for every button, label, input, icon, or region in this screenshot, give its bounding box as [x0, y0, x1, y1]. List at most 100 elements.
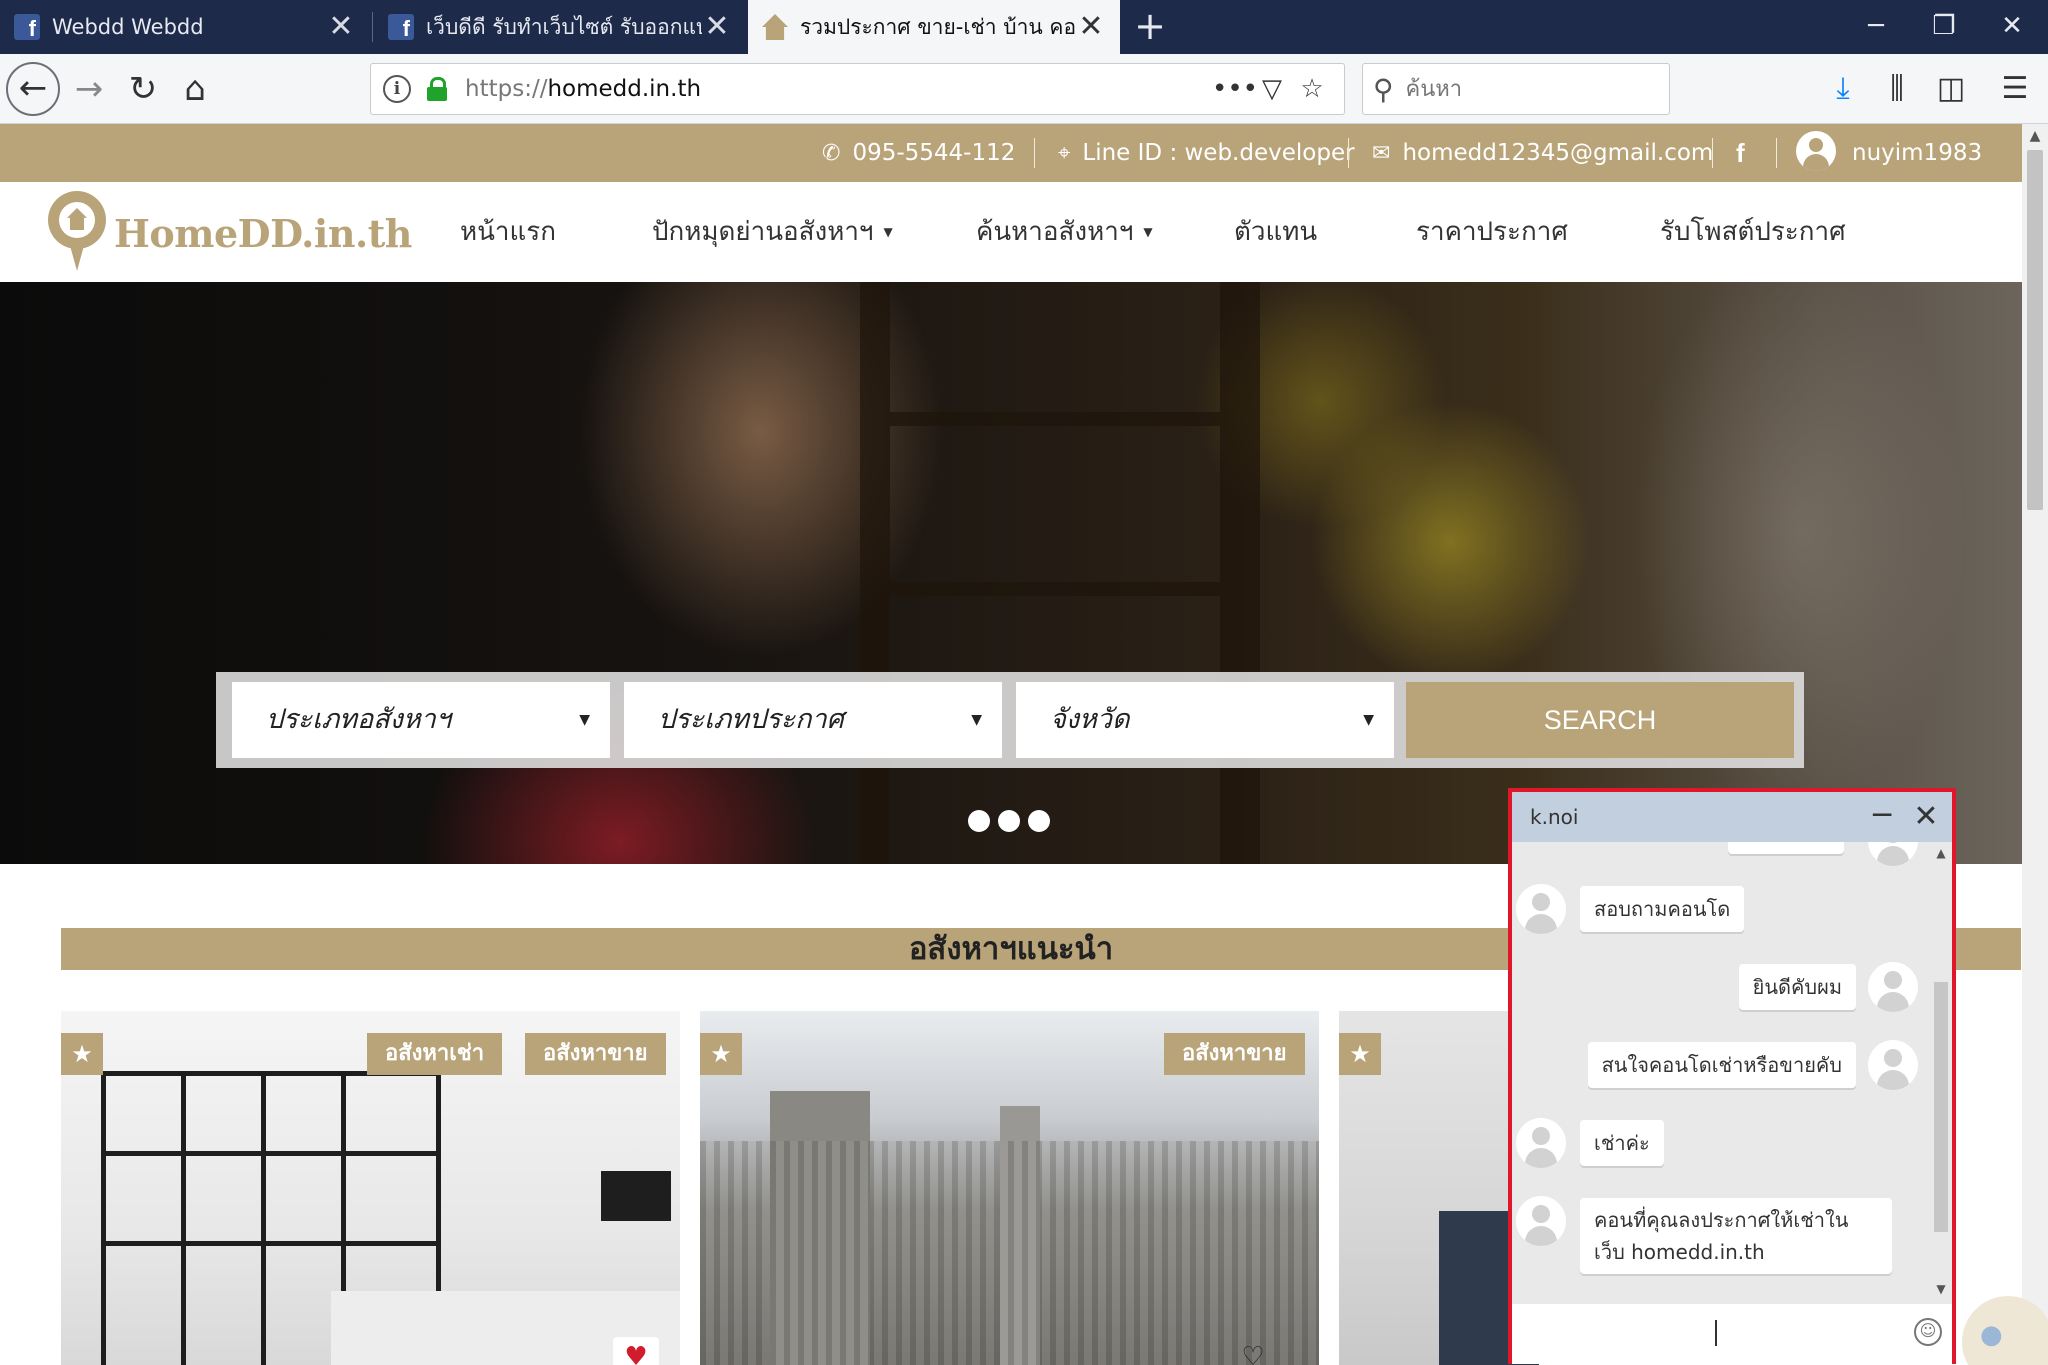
top-info-bar: ✆ 095-5544-112 ⌖ Line ID : web.developer ✉… — [0, 124, 2022, 182]
url-bar[interactable]: i https://homedd.in.th ••• ▽ ☆ — [370, 63, 1345, 115]
chat-scrollbar[interactable]: ▲ ▼ — [1930, 842, 1952, 1304]
home-pin-logo-icon — [48, 191, 108, 275]
caret-down-icon: ▼ — [883, 225, 893, 239]
scrollbar-thumb[interactable] — [2027, 150, 2043, 510]
bookmark-star-icon[interactable]: ☆ — [1292, 74, 1332, 104]
divider — [1034, 138, 1035, 168]
page-scrollbar[interactable]: ▲ ▼ — [2022, 124, 2048, 1365]
slider-dots — [968, 810, 1050, 832]
hero-decoration — [1220, 282, 1260, 864]
favorite-heart-icon[interactable]: ♥ — [613, 1337, 659, 1365]
tab-title: เว็บดีดี รับทำเว็บไซต์ รับออกแบบเว็บไซต์ — [426, 14, 702, 39]
chat-input-row: ☺ — [1512, 1304, 1952, 1364]
facebook-icon: f — [388, 14, 414, 41]
property-card-1[interactable]: ★ อสังหาเช่า อสังหาขาย ♥ — [61, 1011, 680, 1365]
scroll-up-icon[interactable]: ▲ — [2022, 124, 2048, 148]
back-arrow-icon[interactable]: ← — [6, 62, 60, 116]
menu-icon[interactable]: ☰ — [1988, 62, 2042, 116]
tab-title: Webdd Webdd — [52, 15, 204, 39]
browser-search-input[interactable] — [1405, 76, 1636, 102]
download-icon[interactable]: ⤓ — [1816, 62, 1870, 116]
menu-item-agents[interactable]: ตัวแทน — [1234, 182, 1317, 282]
menu-item-pin-area[interactable]: ปักหมุดย่านอสังหาฯ ▼ — [652, 182, 893, 282]
page-actions-icon[interactable]: ••• — [1212, 74, 1258, 104]
tab-separator — [372, 12, 373, 42]
close-tab-icon[interactable]: ✕ — [702, 12, 732, 42]
close-chat-icon[interactable]: ✕ — [1906, 792, 1946, 842]
browser-tab-webdd[interactable]: f Webdd Webdd ✕ — [0, 0, 370, 54]
email-contact[interactable]: ✉ homedd12345@gmail.com — [1372, 124, 1713, 182]
site-info-icon[interactable]: i — [383, 75, 411, 103]
text-cursor — [1715, 1320, 1717, 1346]
lock-icon[interactable] — [427, 77, 447, 101]
chat-header[interactable]: k.noi ─ ✕ — [1512, 792, 1952, 842]
chat-bubble-icon: ● — [1980, 1320, 2003, 1350]
search-button[interactable]: SEARCH — [1406, 682, 1794, 758]
slide-dot-2[interactable] — [998, 810, 1020, 832]
window-illustration — [101, 1241, 441, 1246]
chat-message-input[interactable] — [1524, 1312, 1904, 1356]
chat-message: ยินดีคับผม — [1738, 964, 1856, 1010]
pocket-icon[interactable]: ▽ — [1252, 74, 1292, 104]
new-tab-button[interactable]: + — [1130, 0, 1170, 54]
minimize-window-icon[interactable]: ─ — [1842, 0, 1910, 54]
hero-decoration — [860, 282, 890, 864]
slide-dot-3[interactable] — [1028, 810, 1050, 832]
close-tab-icon[interactable]: ✕ — [326, 12, 356, 42]
featured-star-icon: ★ — [61, 1033, 103, 1075]
close-tab-icon[interactable]: ✕ — [1076, 12, 1106, 42]
sale-badge: อสังหาขาย — [525, 1033, 666, 1075]
facebook-icon[interactable]: f — [1736, 124, 1745, 182]
caret-down-icon: ▼ — [579, 712, 590, 728]
browser-search-bar[interactable]: ⚲ — [1362, 63, 1670, 115]
chat-messages: สอบถามคอนโด ยินดีคับผม สนใจคอนโดเช่าหรือ… — [1512, 842, 1930, 1304]
forward-arrow-icon[interactable]: → — [62, 62, 116, 116]
property-type-select[interactable]: ประเภทอสังหาฯ ▼ — [232, 682, 610, 758]
caret-down-icon: ▼ — [1363, 712, 1374, 728]
slide-dot-1[interactable] — [968, 810, 990, 832]
url-text[interactable]: https://homedd.in.th — [465, 76, 1212, 102]
province-select[interactable]: จังหวัด ▼ — [1016, 682, 1394, 758]
scroll-down-icon[interactable]: ▼ — [1930, 1282, 1952, 1296]
menu-item-pricing[interactable]: ราคาประกาศ — [1416, 182, 1568, 282]
site-header: HomeDD.in.th หน้าแรก ปักหมุดย่านอสังหาฯ ▼… — [0, 182, 2022, 282]
emoji-icon[interactable]: ☺ — [1914, 1318, 1942, 1346]
tab-title: รวมประกาศ ขาย-เช่า บ้าน คอนโด — [800, 14, 1076, 39]
chat-message-partial — [1728, 842, 1844, 854]
caret-down-icon: ▼ — [1143, 225, 1153, 239]
listing-type-select[interactable]: ประเภทประกาศ ▼ — [624, 682, 1002, 758]
favorite-heart-outline-icon[interactable]: ♡ — [1230, 1337, 1276, 1365]
user-avatar-icon — [1796, 130, 1836, 171]
site-logo[interactable]: HomeDD.in.th — [48, 190, 412, 276]
library-icon[interactable]: ⫼ — [1870, 62, 1924, 116]
user-avatar-icon — [1516, 1118, 1566, 1168]
divider — [1348, 138, 1349, 168]
user-avatar-icon — [1868, 1040, 1918, 1090]
property-search-panel: ประเภทอสังหาฯ ▼ ประเภทประกาศ ▼ จังหวัด ▼ SE… — [216, 672, 1804, 768]
sidebar-toggle-icon[interactable]: ◫ — [1924, 62, 1978, 116]
line-id-contact[interactable]: ⌖ Line ID : web.developer — [1058, 124, 1355, 182]
menu-item-post-listing[interactable]: รับโพสต์ประกาศ — [1660, 182, 1846, 282]
scroll-up-icon[interactable]: ▲ — [1930, 846, 1952, 860]
minimize-chat-icon[interactable]: ─ — [1862, 792, 1902, 840]
home-icon — [762, 14, 788, 40]
property-card-2[interactable]: ★ อสังหาขาย ♡ — [700, 1011, 1319, 1365]
browser-tab-bar: f Webdd Webdd ✕ f เว็บดีดี รับทำเว็บไซต์… — [0, 0, 2048, 54]
user-account[interactable]: nuyim1983 — [1796, 124, 1982, 182]
chat-message: คอนที่คุณลงประกาศให้เช่าในเว็บ homedd.in… — [1580, 1198, 1892, 1274]
window-illustration — [101, 1151, 441, 1156]
home-button-icon[interactable]: ⌂ — [168, 62, 222, 116]
browser-tab-homedd[interactable]: รวมประกาศ ขาย-เช่า บ้าน คอนโด ✕ — [748, 0, 1120, 54]
phone-contact[interactable]: ✆ 095-5544-112 — [822, 124, 1015, 182]
menu-item-search-property[interactable]: ค้นหาอสังหาฯ ▼ — [976, 182, 1153, 282]
browser-tab-webdd-site[interactable]: f เว็บดีดี รับทำเว็บไซต์ รับออกแบบเว็บไซ… — [374, 0, 746, 54]
restore-window-icon[interactable]: ❐ — [1910, 0, 1978, 54]
close-window-icon[interactable]: ✕ — [1978, 0, 2046, 54]
reload-icon[interactable]: ↻ — [116, 62, 170, 116]
chat-scrollbar-thumb[interactable] — [1934, 982, 1948, 1232]
user-avatar-icon — [1868, 842, 1918, 866]
featured-star-icon: ★ — [1339, 1033, 1381, 1075]
menu-item-home[interactable]: หน้าแรก — [460, 182, 556, 282]
chat-message: เช่าค่ะ — [1580, 1120, 1664, 1166]
browser-navigation-bar: ← → ↻ ⌂ i https://homedd.in.th ••• ▽ ☆ ⚲… — [0, 54, 2048, 124]
